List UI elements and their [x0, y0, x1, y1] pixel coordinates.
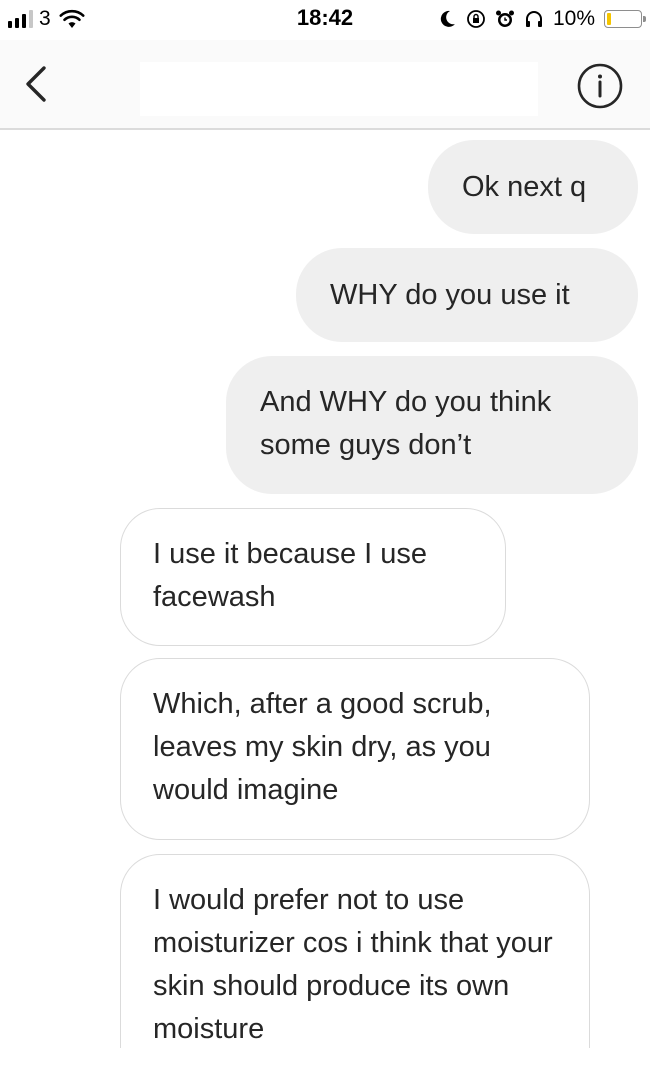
- message-thread[interactable]: Ok next q WHY do you use it And WHY do y…: [0, 130, 650, 1048]
- info-circle-icon[interactable]: [576, 62, 624, 110]
- chevron-left-icon[interactable]: [18, 62, 58, 106]
- message-bubble-outgoing[interactable]: And WHY do you think some guys don’t: [226, 356, 638, 494]
- message-bubble-incoming[interactable]: I use it because I use facewash: [120, 508, 506, 646]
- message-text: I would prefer not to use moisturizer co…: [153, 884, 553, 1045]
- status-bar: 3 18:42 10%: [0, 0, 650, 38]
- message-bubble-incoming[interactable]: Which, after a good scrub, leaves my ski…: [120, 658, 590, 840]
- message-text: I use it because I use facewash: [153, 538, 428, 613]
- message-text: Which, after a good scrub, leaves my ski…: [153, 688, 492, 806]
- chat-header: [0, 40, 650, 130]
- moon-icon: [440, 10, 455, 27]
- alarm-icon: [495, 10, 514, 27]
- message-bubble-outgoing[interactable]: Ok next q: [428, 140, 638, 234]
- message-text: Ok next q: [462, 171, 587, 203]
- battery-level: [607, 13, 611, 25]
- message-bubble-incoming[interactable]: I would prefer not to use moisturizer co…: [120, 854, 590, 1048]
- message-text: And WHY do you think some guys don’t: [260, 386, 552, 461]
- battery-percent: 10%: [552, 7, 595, 30]
- chat-title[interactable]: [140, 62, 538, 116]
- status-right: 10%: [437, 5, 646, 33]
- screen-lock-icon: [467, 10, 485, 28]
- battery-icon: [604, 10, 646, 28]
- headphones-icon: [525, 11, 542, 27]
- message-bubble-outgoing[interactable]: WHY do you use it: [296, 248, 638, 342]
- thread-bottom-edge: [0, 1048, 650, 1066]
- message-text: WHY do you use it: [330, 279, 570, 311]
